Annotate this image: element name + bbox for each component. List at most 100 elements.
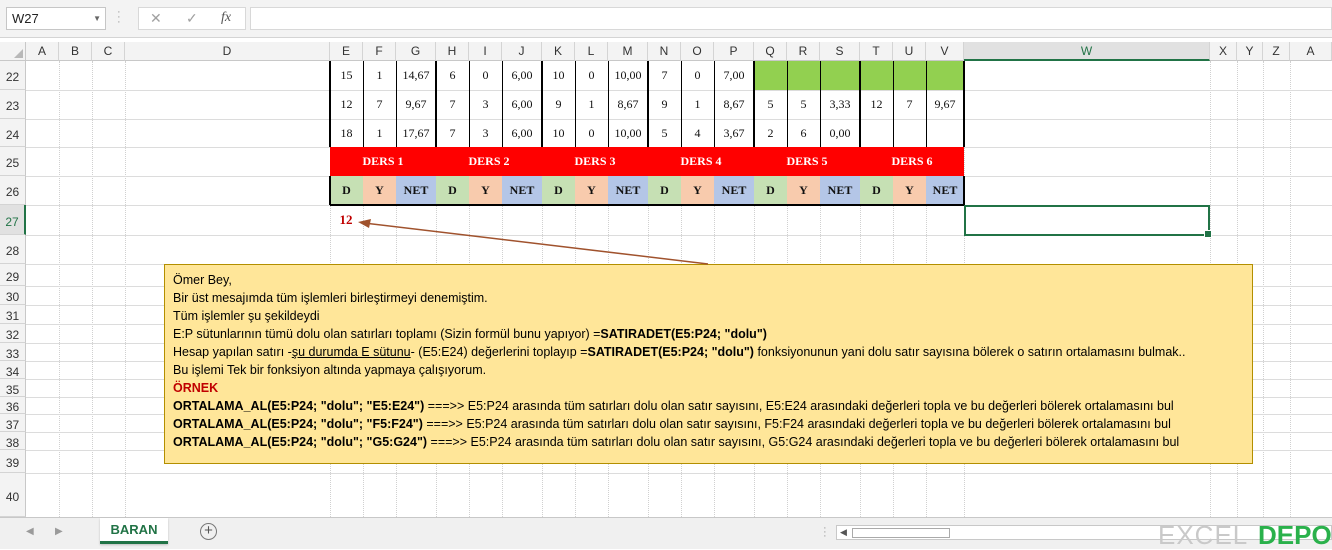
cell-t24[interactable]: [860, 119, 893, 147]
cancel-icon[interactable]: ✕: [150, 10, 162, 27]
cell-k23[interactable]: 9: [542, 90, 575, 119]
sub-header-u26[interactable]: Y: [893, 176, 926, 204]
row-header-28[interactable]: 28: [0, 235, 26, 264]
sub-header-r26[interactable]: Y: [787, 176, 820, 204]
cell-f22[interactable]: 1: [363, 61, 396, 90]
cell-o22[interactable]: 0: [681, 61, 714, 90]
sub-header-s26[interactable]: NET: [820, 176, 860, 204]
cell-q24[interactable]: 2: [754, 119, 787, 147]
cell-v24[interactable]: [926, 119, 964, 147]
column-header-n[interactable]: N: [648, 42, 681, 61]
cell-p22[interactable]: 7,00: [714, 61, 754, 90]
scrollbar-thumb[interactable]: [852, 528, 950, 538]
formula-bar-grip-icon[interactable]: · · ·: [117, 7, 121, 28]
column-header-m[interactable]: M: [608, 42, 648, 61]
column-header-v[interactable]: V: [926, 42, 964, 61]
cell-t22[interactable]: [860, 61, 893, 90]
row-header-23[interactable]: 23: [0, 90, 26, 119]
column-header-k[interactable]: K: [542, 42, 575, 61]
column-header-p[interactable]: P: [714, 42, 754, 61]
next-sheet-icon[interactable]: ▶: [55, 526, 63, 537]
cell-s24[interactable]: 0,00: [820, 119, 860, 147]
ders-header-2[interactable]: DERS 2: [436, 147, 542, 176]
sub-header-m26[interactable]: NET: [608, 176, 648, 204]
row-header-27[interactable]: 27: [0, 205, 26, 235]
cell-h22[interactable]: 6: [436, 61, 469, 90]
cell-k22[interactable]: 10: [542, 61, 575, 90]
cell-i23[interactable]: 3: [469, 90, 502, 119]
column-header-q[interactable]: Q: [754, 42, 787, 61]
cell-m24[interactable]: 10,00: [608, 119, 648, 147]
column-header-h[interactable]: H: [436, 42, 469, 61]
sub-header-v26[interactable]: NET: [926, 176, 964, 204]
cell-o24[interactable]: 4: [681, 119, 714, 147]
selected-cell-w27[interactable]: [964, 205, 1212, 238]
cell-q23[interactable]: 5: [754, 90, 787, 119]
column-header-b[interactable]: B: [59, 42, 92, 61]
row-header-37[interactable]: 37: [0, 414, 26, 432]
column-header-j[interactable]: J: [502, 42, 542, 61]
cell-e23[interactable]: 12: [330, 90, 363, 119]
tab-split-grip-icon[interactable]: · · ·: [823, 523, 827, 542]
column-header-t[interactable]: T: [860, 42, 893, 61]
column-header-o[interactable]: O: [681, 42, 714, 61]
cell-j22[interactable]: 6,00: [502, 61, 542, 90]
column-header-w[interactable]: W: [964, 42, 1210, 61]
cell-i24[interactable]: 3: [469, 119, 502, 147]
column-header-u[interactable]: U: [893, 42, 926, 61]
cell-j24[interactable]: 6,00: [502, 119, 542, 147]
column-header-y[interactable]: Y: [1237, 42, 1263, 61]
row-header-26[interactable]: 26: [0, 176, 26, 205]
select-all-corner[interactable]: [0, 42, 26, 61]
cell-n23[interactable]: 9: [648, 90, 681, 119]
enter-icon[interactable]: ✓: [186, 10, 198, 27]
row-header-29[interactable]: 29: [0, 264, 26, 286]
cell-n24[interactable]: 5: [648, 119, 681, 147]
ders-header-5[interactable]: DERS 5: [754, 147, 860, 176]
ders-header-6[interactable]: DERS 6: [860, 147, 964, 176]
cell-v22[interactable]: [926, 61, 964, 90]
sub-header-i26[interactable]: Y: [469, 176, 502, 204]
cell-h24[interactable]: 7: [436, 119, 469, 147]
row-header-39[interactable]: 39: [0, 450, 26, 473]
column-header-f[interactable]: F: [363, 42, 396, 61]
sub-header-n26[interactable]: D: [648, 176, 681, 204]
row-header-22[interactable]: 22: [0, 61, 26, 90]
cell-r23[interactable]: 5: [787, 90, 820, 119]
prev-sheet-icon[interactable]: ◀: [26, 526, 34, 537]
column-header-l[interactable]: L: [575, 42, 608, 61]
cell-r22[interactable]: [787, 61, 820, 90]
cell-e24[interactable]: 18: [330, 119, 363, 147]
cell-f24[interactable]: 1: [363, 119, 396, 147]
cell-m22[interactable]: 10,00: [608, 61, 648, 90]
sub-header-f26[interactable]: Y: [363, 176, 396, 204]
cell-g24[interactable]: 17,67: [396, 119, 436, 147]
comment-note[interactable]: Ömer Bey, Bir üst mesajımda tüm işlemler…: [164, 264, 1253, 464]
cell-o23[interactable]: 1: [681, 90, 714, 119]
cell-p23[interactable]: 8,67: [714, 90, 754, 119]
row-header-24[interactable]: 24: [0, 119, 26, 147]
cell-s23[interactable]: 3,33: [820, 90, 860, 119]
column-header-s[interactable]: S: [820, 42, 860, 61]
sub-header-j26[interactable]: NET: [502, 176, 542, 204]
cell-n22[interactable]: 7: [648, 61, 681, 90]
column-header-r[interactable]: R: [787, 42, 820, 61]
row-header-36[interactable]: 36: [0, 397, 26, 414]
row-header-30[interactable]: 30: [0, 286, 26, 305]
sub-header-o26[interactable]: Y: [681, 176, 714, 204]
insert-function-icon[interactable]: fx: [221, 10, 231, 26]
cell-u22[interactable]: [893, 61, 926, 90]
row-header-31[interactable]: 31: [0, 305, 26, 324]
column-header-a[interactable]: A: [1290, 42, 1332, 61]
sub-header-h26[interactable]: D: [436, 176, 469, 204]
column-header-c[interactable]: C: [92, 42, 125, 61]
cell-f23[interactable]: 7: [363, 90, 396, 119]
ders-header-4[interactable]: DERS 4: [648, 147, 754, 176]
cell-h23[interactable]: 7: [436, 90, 469, 119]
cell-m23[interactable]: 8,67: [608, 90, 648, 119]
ders-header-1[interactable]: DERS 1: [330, 147, 436, 176]
cell-e27-value[interactable]: 12: [331, 206, 361, 234]
row-header-33[interactable]: 33: [0, 343, 26, 361]
cell-k24[interactable]: 10: [542, 119, 575, 147]
cell-j23[interactable]: 6,00: [502, 90, 542, 119]
